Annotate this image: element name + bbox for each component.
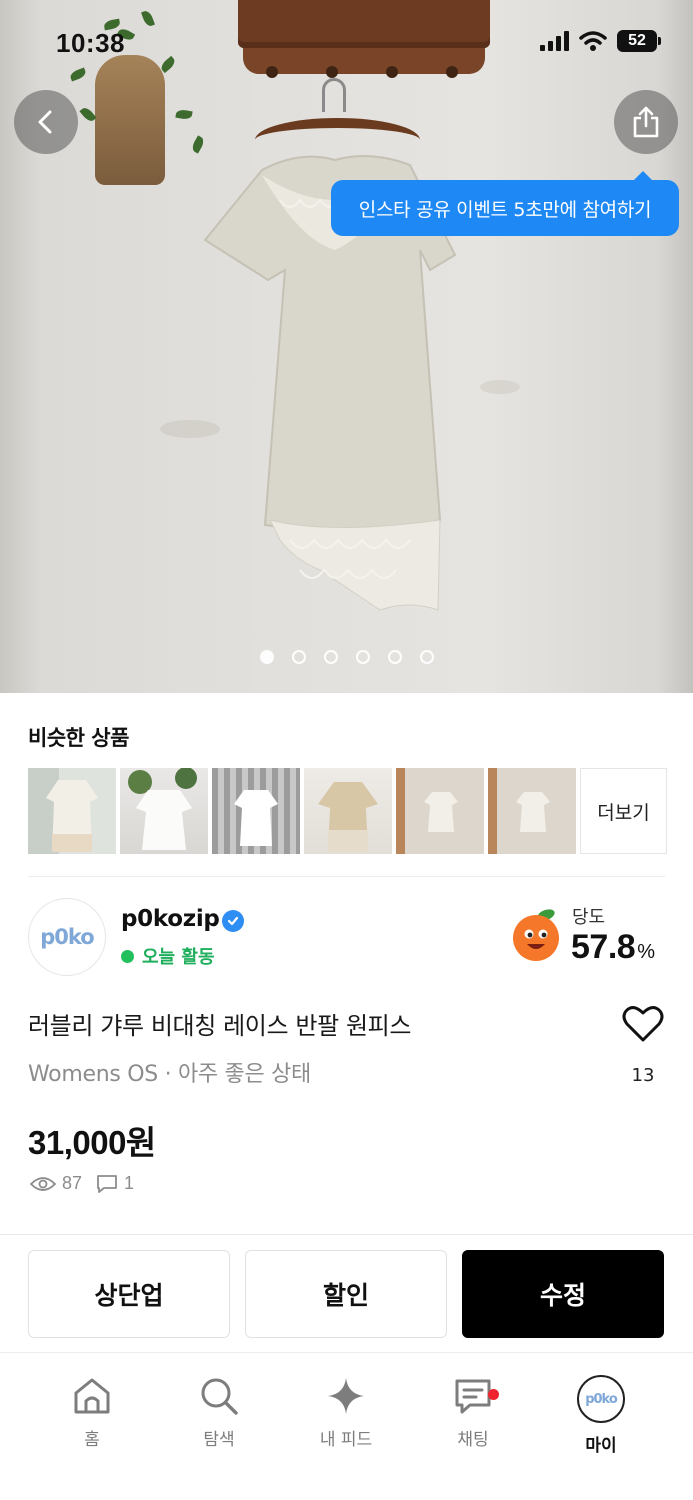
carousel-dot bbox=[419, 650, 434, 664]
similar-products-list: 더보기 bbox=[28, 768, 667, 854]
home-icon bbox=[74, 1378, 110, 1414]
nav-search-label: 탐색 bbox=[203, 1430, 235, 1450]
search-icon bbox=[201, 1378, 238, 1415]
chat-notification-dot bbox=[488, 1389, 499, 1400]
nav-chat[interactable]: 채팅 bbox=[423, 1375, 523, 1450]
carousel-dot bbox=[259, 650, 274, 664]
similar-product-thumbnail[interactable] bbox=[212, 768, 300, 854]
share-button[interactable] bbox=[614, 90, 678, 154]
like-count: 13 bbox=[631, 1065, 655, 1086]
sweetness-value: 57.8 bbox=[571, 928, 636, 966]
view-count: 87 bbox=[62, 1173, 83, 1193]
carousel-indicator bbox=[0, 650, 693, 664]
nav-my-label: 마이 bbox=[585, 1436, 617, 1456]
sweetness-unit: % bbox=[637, 941, 655, 963]
like-heart-icon[interactable] bbox=[622, 1004, 664, 1044]
status-time: 10:38 bbox=[56, 28, 125, 58]
nav-home[interactable]: 홈 bbox=[42, 1375, 142, 1450]
product-price: 31,000원 bbox=[28, 1124, 156, 1161]
activity-label: 오늘 활동 bbox=[142, 947, 215, 968]
chat-bubble-icon bbox=[97, 1174, 117, 1193]
wifi-icon bbox=[579, 31, 607, 51]
battery-icon: 52 bbox=[617, 30, 661, 52]
cellular-signal-icon bbox=[540, 31, 569, 51]
chat-count: 1 bbox=[124, 1173, 135, 1193]
chevron-left-icon bbox=[38, 110, 52, 134]
status-icons: 52 bbox=[540, 30, 661, 52]
verified-badge-icon bbox=[222, 910, 244, 932]
similar-products-title: 비슷한 상품 bbox=[28, 726, 129, 750]
divider bbox=[28, 876, 665, 877]
seller-name[interactable]: p0kozip bbox=[121, 906, 220, 932]
nav-feed[interactable]: 내 피드 bbox=[296, 1375, 396, 1450]
share-event-tooltip[interactable]: 인스타 공유 이벤트 5초만에 참여하기 bbox=[331, 171, 679, 236]
sparkle-icon bbox=[328, 1378, 364, 1414]
nav-feed-label: 내 피드 bbox=[319, 1430, 373, 1450]
seller-avatar-logo: p0ko bbox=[40, 925, 94, 949]
share-icon bbox=[633, 106, 659, 138]
similar-product-thumbnail[interactable] bbox=[28, 768, 116, 854]
bottom-navigation: 홈 탐색 내 피드 채팅 p0ko 마이 bbox=[0, 1352, 693, 1500]
online-dot-icon bbox=[121, 949, 134, 963]
divider bbox=[0, 1234, 693, 1235]
product-stats: 87 1 bbox=[30, 1173, 134, 1194]
sweetness-label: 당도 bbox=[572, 907, 606, 928]
edit-button[interactable]: 수정 bbox=[462, 1250, 664, 1338]
nav-my[interactable]: p0ko 마이 bbox=[551, 1375, 651, 1456]
nav-home-label: 홈 bbox=[84, 1430, 100, 1450]
nav-search[interactable]: 탐색 bbox=[169, 1375, 269, 1450]
nav-chat-label: 채팅 bbox=[457, 1430, 489, 1450]
product-category-condition: Womens OS · 아주 좋은 상태 bbox=[28, 1062, 311, 1087]
product-photo-carousel[interactable]: 10:38 52 인스타 공유 이벤트 5초만에 참여하기 bbox=[0, 0, 693, 693]
seller-activity: 오늘 활동 bbox=[121, 943, 215, 969]
seller-avatar[interactable]: p0ko bbox=[28, 898, 106, 976]
similar-product-thumbnail[interactable] bbox=[396, 768, 484, 854]
eye-icon bbox=[30, 1176, 56, 1191]
peach-icon bbox=[513, 909, 559, 961]
bump-up-button[interactable]: 상단업 bbox=[28, 1250, 230, 1338]
similar-product-thumbnail[interactable] bbox=[304, 768, 392, 854]
product-title: 러블리 갸루 비대칭 레이스 반팔 원피스 bbox=[28, 1012, 412, 1040]
action-bar: 상단업 할인 수정 bbox=[28, 1250, 664, 1338]
carousel-dot bbox=[355, 650, 370, 664]
similar-product-thumbnail[interactable] bbox=[120, 768, 208, 854]
carousel-dot bbox=[387, 650, 402, 664]
more-similar-button[interactable]: 더보기 bbox=[580, 768, 667, 854]
back-button[interactable] bbox=[14, 90, 78, 154]
my-avatar: p0ko bbox=[577, 1375, 625, 1423]
similar-product-thumbnail[interactable] bbox=[488, 768, 576, 854]
discount-button[interactable]: 할인 bbox=[245, 1250, 447, 1338]
sweetness-score: 57.8% bbox=[571, 928, 655, 967]
my-avatar-logo: p0ko bbox=[585, 1391, 618, 1407]
carousel-dot bbox=[323, 650, 338, 664]
carousel-dot bbox=[291, 650, 306, 664]
dress-image bbox=[203, 155, 457, 611]
